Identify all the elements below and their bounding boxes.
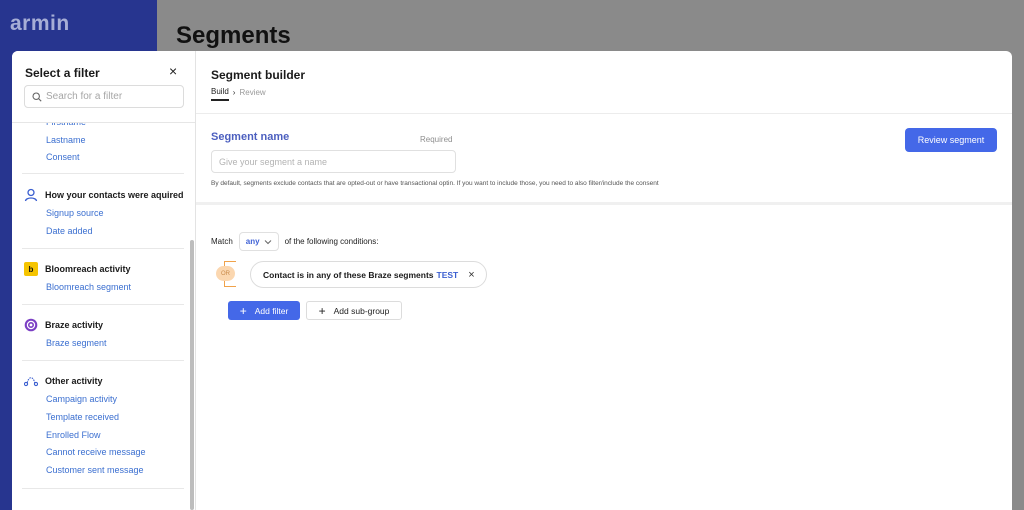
segment-name-hint: By default, segments exclude contacts th… xyxy=(211,180,659,187)
breadcrumb: Build › Review xyxy=(211,87,266,101)
divider xyxy=(22,248,184,249)
filter-link-date-added[interactable]: Date added xyxy=(46,226,93,236)
chevron-right-icon: › xyxy=(232,88,236,97)
condition-value: TEST xyxy=(436,269,459,280)
condition-text: Contact is in any of these Braze segment… xyxy=(263,269,434,280)
bloomreach-logo-icon: b xyxy=(24,262,38,276)
add-filter-label: Add filter xyxy=(254,305,289,316)
filter-panel-header: Select a filter × xyxy=(12,51,195,123)
filter-link-braze-segment[interactable]: Braze segment xyxy=(46,338,107,348)
filter-link-campaign-activity[interactable]: Campaign activity xyxy=(46,394,117,404)
group-title-other: Other activity xyxy=(45,376,103,386)
add-filter-button[interactable]: + Add filter xyxy=(228,301,300,320)
person-icon xyxy=(24,188,38,202)
journey-icon xyxy=(24,377,38,387)
bloomreach-logo-letter: b xyxy=(28,264,34,274)
filter-panel: Firstname Lastname Consent How your cont… xyxy=(12,51,196,510)
filter-link-cannot-receive[interactable]: Cannot receive message xyxy=(46,447,146,457)
filter-search[interactable] xyxy=(24,85,184,108)
divider xyxy=(22,488,184,489)
segment-builder: Segment builder Build › Review Segment n… xyxy=(196,51,1012,510)
match-suffix: of the following conditions: xyxy=(284,237,379,246)
close-icon[interactable]: × xyxy=(468,269,474,280)
or-badge: OR xyxy=(216,266,235,281)
required-label: Required xyxy=(420,135,453,144)
filter-link-lastname[interactable]: Lastname xyxy=(46,135,86,145)
filter-link-bloomreach-segment[interactable]: Bloomreach segment xyxy=(46,282,131,292)
filter-link-signup-source[interactable]: Signup source xyxy=(46,208,104,218)
divider xyxy=(22,173,184,174)
filter-link-customer-sent[interactable]: Customer sent message xyxy=(46,465,144,475)
review-segment-button[interactable]: Review segment xyxy=(905,128,997,152)
braze-logo-icon xyxy=(24,318,38,332)
brand-logo: armin xyxy=(10,12,70,35)
filter-panel-title: Select a filter xyxy=(25,66,100,80)
match-row: Match any of the following conditions: xyxy=(211,232,378,251)
divider xyxy=(196,113,1012,114)
page-title: Segments xyxy=(176,22,291,49)
segment-name-input[interactable] xyxy=(211,150,456,173)
match-prefix: Match xyxy=(211,237,233,246)
add-sub-group-label: Add sub-group xyxy=(333,305,390,316)
chevron-down-icon xyxy=(264,239,271,244)
plus-icon: + xyxy=(239,303,247,318)
filter-link-enrolled-flow[interactable]: Enrolled Flow xyxy=(46,430,101,440)
match-select-value: any xyxy=(245,237,260,246)
close-icon[interactable]: × xyxy=(169,64,177,78)
segment-name-label: Segment name xyxy=(211,131,290,143)
builder-title: Segment builder xyxy=(211,68,306,82)
filter-panel-scrollbar[interactable] xyxy=(190,240,194,510)
plus-icon: + xyxy=(318,303,326,318)
filter-search-input[interactable] xyxy=(46,91,181,102)
group-title-bloomreach: Bloomreach activity xyxy=(45,264,131,274)
match-select[interactable]: any xyxy=(238,232,279,251)
breadcrumb-review[interactable]: Review xyxy=(239,88,265,100)
breadcrumb-build[interactable]: Build xyxy=(211,87,229,101)
filter-link-template-received[interactable]: Template received xyxy=(46,412,119,422)
divider xyxy=(196,202,1012,205)
add-sub-group-button[interactable]: + Add sub-group xyxy=(306,301,402,320)
search-icon xyxy=(32,91,42,102)
condition-pill[interactable]: Contact is in any of these Braze segment… xyxy=(250,261,487,288)
filter-link-consent[interactable]: Consent xyxy=(46,152,80,162)
group-title-acquired: How your contacts were aquired xyxy=(45,190,184,200)
divider xyxy=(22,360,184,361)
divider xyxy=(22,304,184,305)
group-title-braze: Braze activity xyxy=(45,320,104,330)
